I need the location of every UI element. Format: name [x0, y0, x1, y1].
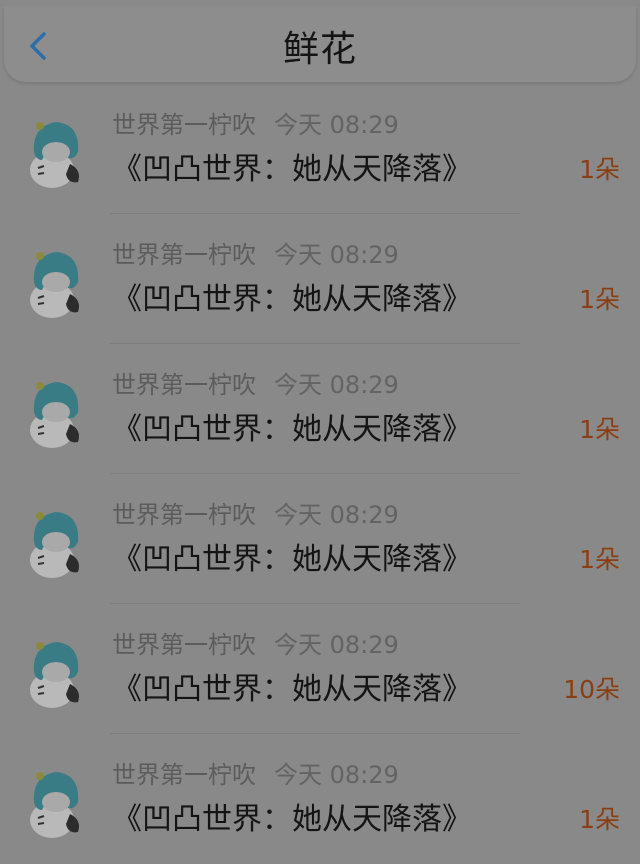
timestamp: 今天 08:29: [274, 761, 399, 789]
gift-list-item[interactable]: 世界第一柠吹 今天 08:29 《凹凸世界：她从天降落》 1朵: [0, 734, 640, 864]
flower-count: 1朵: [579, 155, 620, 184]
gift-list-item[interactable]: 世界第一柠吹 今天 08:29 《凹凸世界：她从天降落》 1朵: [0, 344, 640, 474]
flower-count: 1朵: [579, 545, 620, 574]
timestamp: 今天 08:29: [274, 371, 399, 399]
timestamp: 今天 08:29: [274, 111, 399, 139]
timestamp: 今天 08:29: [274, 631, 399, 659]
avatar[interactable]: [24, 502, 88, 580]
avatar[interactable]: [24, 372, 88, 450]
sender-name[interactable]: 世界第一柠吹: [112, 631, 256, 659]
sender-line: 世界第一柠吹 今天 08:29: [112, 500, 399, 530]
book-title[interactable]: 《凹凸世界：她从天降落》: [112, 540, 472, 580]
flower-count: 1朵: [579, 285, 620, 314]
screen: 鲜花 世界第一柠吹 今天 08:29 《凹凸世界：她从天降落》 1朵 世界第一柠…: [0, 0, 640, 864]
sender-line: 世界第一柠吹 今天 08:29: [112, 760, 399, 790]
avatar[interactable]: [24, 242, 88, 320]
flower-gift-list: 世界第一柠吹 今天 08:29 《凹凸世界：她从天降落》 1朵 世界第一柠吹 今天 …: [0, 84, 640, 864]
gift-list-item[interactable]: 世界第一柠吹 今天 08:29 《凹凸世界：她从天降落》 10朵: [0, 604, 640, 734]
avatar[interactable]: [24, 112, 88, 190]
top-nav-bar: 鲜花: [4, 6, 636, 82]
sender-name[interactable]: 世界第一柠吹: [112, 111, 256, 139]
sender-name[interactable]: 世界第一柠吹: [112, 761, 256, 789]
page-title: 鲜花: [282, 29, 357, 70]
avatar[interactable]: [24, 632, 88, 710]
timestamp: 今天 08:29: [274, 501, 399, 529]
book-title[interactable]: 《凹凸世界：她从天降落》: [112, 150, 472, 190]
gift-list-item[interactable]: 世界第一柠吹 今天 08:29 《凹凸世界：她从天降落》 1朵: [0, 214, 640, 344]
sender-line: 世界第一柠吹 今天 08:29: [112, 110, 399, 140]
book-title[interactable]: 《凹凸世界：她从天降落》: [112, 280, 472, 320]
book-title[interactable]: 《凹凸世界：她从天降落》: [112, 410, 472, 450]
sender-name[interactable]: 世界第一柠吹: [112, 241, 256, 269]
book-title[interactable]: 《凹凸世界：她从天降落》: [112, 670, 472, 710]
timestamp: 今天 08:29: [274, 241, 399, 269]
flower-count: 1朵: [579, 415, 620, 444]
flower-count: 10朵: [563, 675, 620, 704]
sender-line: 世界第一柠吹 今天 08:29: [112, 240, 399, 270]
avatar[interactable]: [24, 762, 88, 840]
sender-line: 世界第一柠吹 今天 08:29: [112, 630, 399, 660]
flower-count: 1朵: [579, 805, 620, 834]
gift-list-item[interactable]: 世界第一柠吹 今天 08:29 《凹凸世界：她从天降落》 1朵: [0, 84, 640, 214]
sender-name[interactable]: 世界第一柠吹: [112, 501, 256, 529]
sender-line: 世界第一柠吹 今天 08:29: [112, 370, 399, 400]
gift-list-item[interactable]: 世界第一柠吹 今天 08:29 《凹凸世界：她从天降落》 1朵: [0, 474, 640, 604]
book-title[interactable]: 《凹凸世界：她从天降落》: [112, 800, 472, 840]
sender-name[interactable]: 世界第一柠吹: [112, 371, 256, 399]
